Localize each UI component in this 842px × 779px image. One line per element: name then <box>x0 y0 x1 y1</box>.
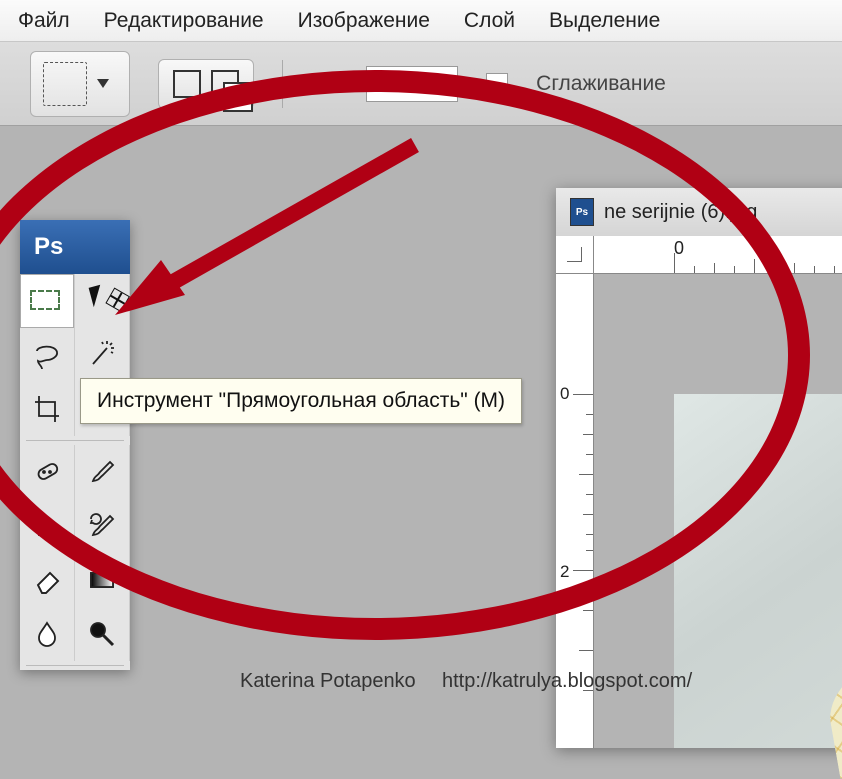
tool-move[interactable] <box>75 274 130 328</box>
healing-icon <box>30 455 64 489</box>
tool-tooltip: Инструмент "Прямоугольная область" (M) <box>80 378 522 424</box>
ps-doc-icon <box>570 198 594 226</box>
tool-marquee[interactable] <box>20 274 75 328</box>
divider <box>282 60 283 108</box>
menu-select[interactable]: Выделение <box>549 9 660 33</box>
mode-new-icon[interactable] <box>173 70 201 98</box>
options-bar: ка: Сглаживание <box>0 42 842 126</box>
toolbox-header[interactable]: Ps <box>20 220 130 274</box>
lasso-icon <box>30 338 64 372</box>
ruler-origin[interactable] <box>556 236 594 274</box>
crop-icon <box>30 392 64 426</box>
image-pillow <box>821 648 842 779</box>
ps-logo: Ps <box>34 233 63 261</box>
tool-stamp[interactable] <box>20 499 75 553</box>
document-window[interactable]: ne serijnie (6).jpg 0 2 0 2 <box>556 188 842 748</box>
tool-wand[interactable] <box>75 328 130 382</box>
tool-preset-dropdown[interactable] <box>30 51 130 117</box>
image-content <box>674 394 842 748</box>
smoothing-checkbox[interactable] <box>486 73 508 95</box>
ruler-v-label-0: 0 <box>560 384 569 404</box>
marquee-icon <box>43 62 87 106</box>
menu-file[interactable]: Файл <box>18 9 70 33</box>
marquee-icon <box>30 290 60 310</box>
tool-blur[interactable] <box>20 607 75 661</box>
blur-icon <box>30 617 64 651</box>
history-brush-icon <box>85 509 119 543</box>
tool-healing[interactable] <box>20 445 75 499</box>
document-filename: ne serijnie (6).jpg <box>604 201 757 224</box>
move-icon <box>89 285 106 307</box>
menu-edit[interactable]: Редактирование <box>104 9 264 33</box>
tool-gradient[interactable] <box>75 553 130 607</box>
tool-brush[interactable] <box>75 445 130 499</box>
feather-input[interactable] <box>366 66 458 102</box>
watermark-author: Katerina Potapenko <box>240 670 416 693</box>
tool-history-brush[interactable] <box>75 499 130 553</box>
watermark-url: http://katrulya.blogspot.com/ <box>442 670 692 693</box>
mode-add-icon[interactable] <box>211 70 239 98</box>
smoothing-label: Сглаживание <box>536 72 666 96</box>
chevron-down-icon <box>97 79 109 88</box>
eraser-icon <box>30 563 64 597</box>
dodge-icon <box>85 617 119 651</box>
ruler-h-label-0: 0 <box>674 238 684 259</box>
tool-crop[interactable] <box>20 382 75 436</box>
wand-icon <box>85 338 119 372</box>
stamp-icon <box>30 509 64 543</box>
menubar[interactable]: Файл Редактирование Изображение Слой Выд… <box>0 0 842 42</box>
selection-mode-group <box>158 59 254 109</box>
brush-icon <box>85 455 119 489</box>
toolbox-panel[interactable]: Ps <box>20 220 130 670</box>
tool-dodge[interactable] <box>75 607 130 661</box>
tool-eraser[interactable] <box>20 553 75 607</box>
ruler-v-label-2: 2 <box>560 562 569 582</box>
menu-layer[interactable]: Слой <box>464 9 515 33</box>
document-titlebar[interactable]: ne serijnie (6).jpg <box>556 188 842 236</box>
gradient-icon <box>85 563 119 597</box>
tool-lasso[interactable] <box>20 328 75 382</box>
ruler-horizontal[interactable]: 0 2 <box>594 236 842 274</box>
menu-image[interactable]: Изображение <box>298 9 430 33</box>
